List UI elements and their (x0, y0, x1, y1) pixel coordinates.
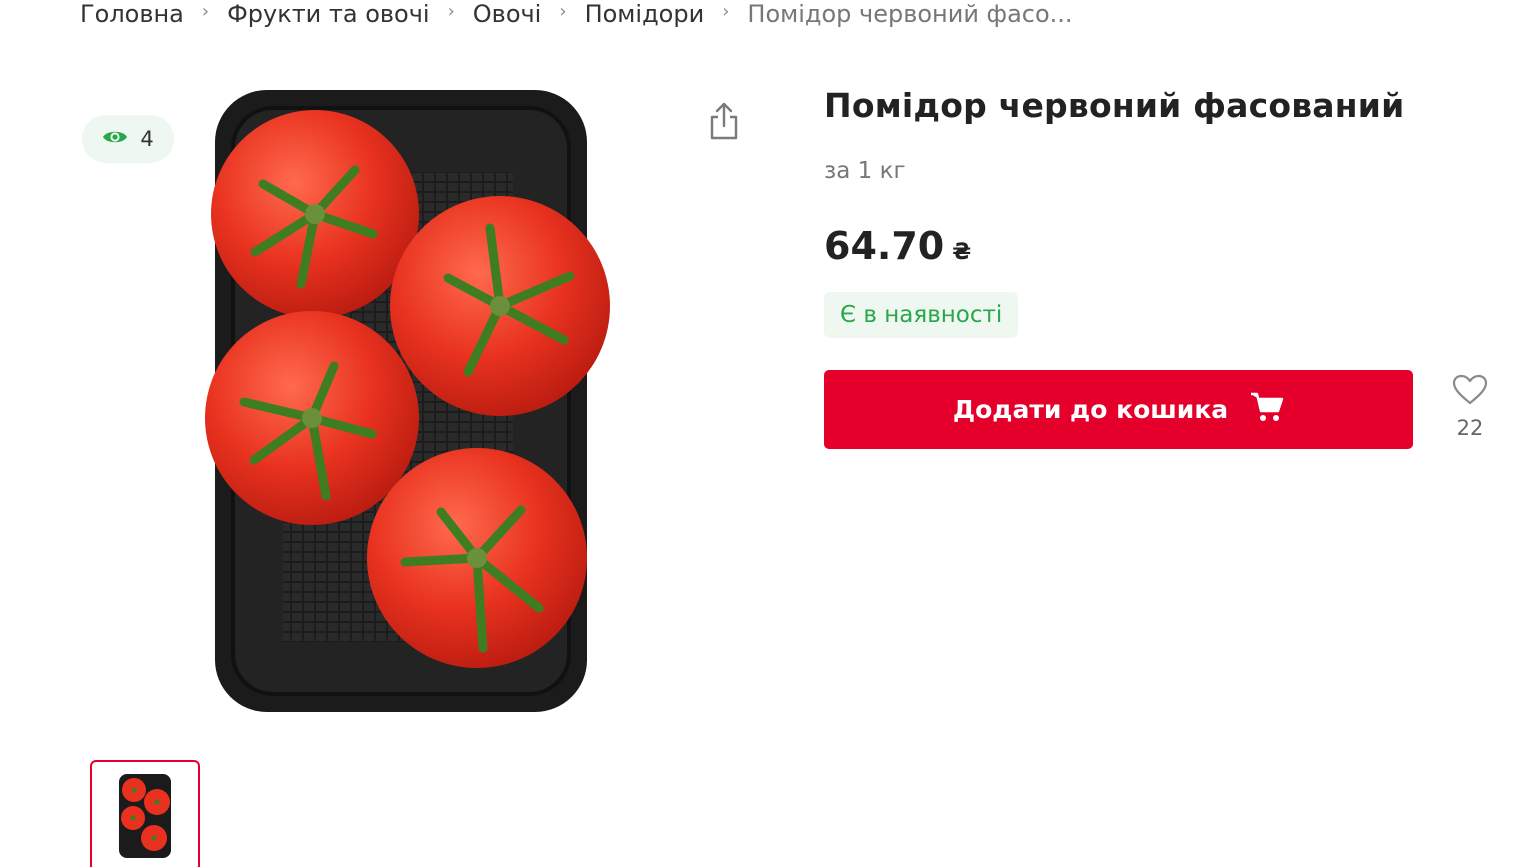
breadcrumb-vegetables[interactable]: Овочі (473, 4, 542, 30)
chevron-right-icon: › (447, 4, 455, 22)
breadcrumb: Головна › Фрукти та овочі › Овочі › Помі… (80, 4, 1073, 36)
product-image[interactable] (195, 82, 625, 717)
product-unit: за 1 кг (824, 158, 906, 184)
share-button[interactable] (702, 100, 746, 146)
product-title: Помідор червоний фасований (824, 86, 1405, 125)
views-count: 4 (140, 127, 154, 151)
price-amount: 64.70 (824, 224, 945, 268)
product-thumbnail[interactable] (90, 760, 200, 867)
views-badge: 4 (82, 115, 174, 163)
cart-icon (1250, 391, 1284, 429)
favorite-button[interactable]: 22 (1446, 374, 1494, 440)
chevron-right-icon: › (201, 4, 210, 22)
add-to-cart-button[interactable]: Додати до кошика (824, 370, 1413, 449)
eye-icon (102, 128, 128, 150)
breadcrumb-fruits-vegetables[interactable]: Фрукти та овочі (227, 4, 429, 30)
breadcrumb-current: Помідор червоний фасо... (747, 4, 1073, 28)
share-icon (707, 101, 741, 145)
breadcrumb-tomatoes[interactable]: Помідори (585, 4, 705, 30)
chevron-right-icon: › (722, 4, 730, 22)
heart-icon (1452, 374, 1488, 410)
product-price: 64.70 ₴ (824, 224, 971, 268)
stock-status-badge: Є в наявності (824, 292, 1019, 338)
add-to-cart-label: Додати до кошика (952, 395, 1229, 424)
chevron-right-icon: › (559, 4, 567, 22)
price-currency: ₴ (952, 240, 972, 265)
favorites-count: 22 (1456, 416, 1484, 440)
breadcrumb-home[interactable]: Головна (80, 4, 184, 30)
